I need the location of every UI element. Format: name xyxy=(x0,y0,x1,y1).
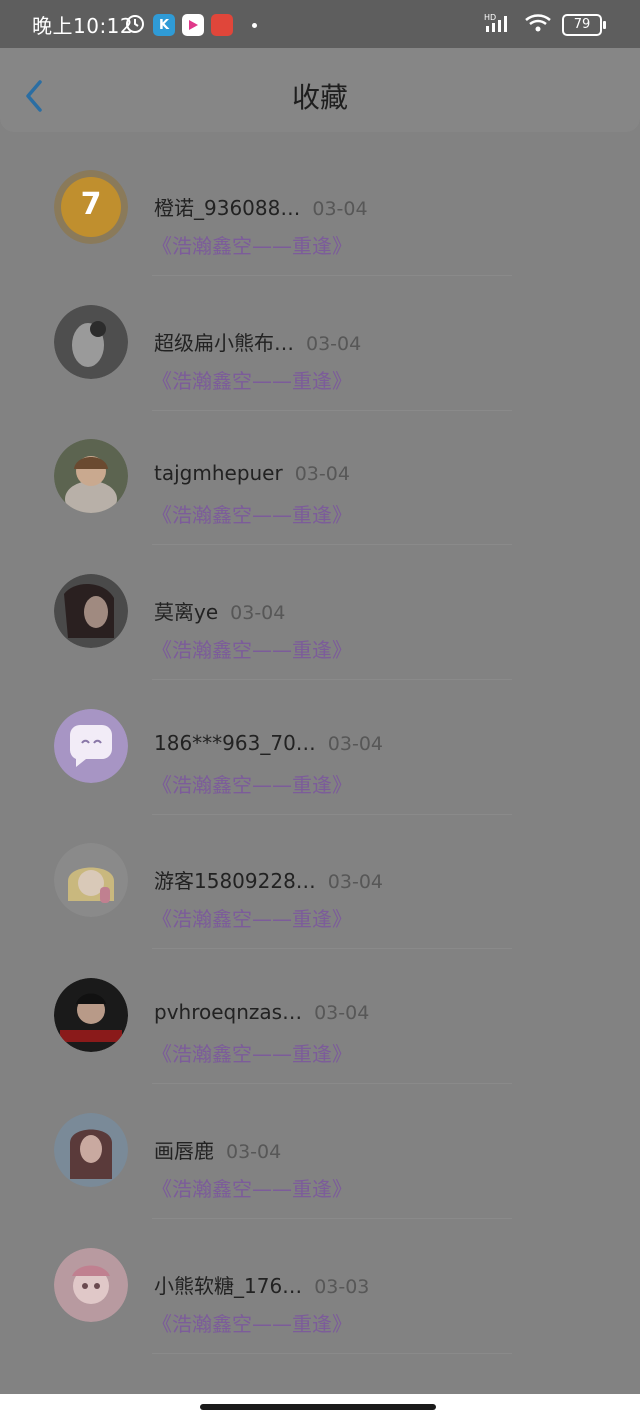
chat-bubble-icon xyxy=(54,708,128,783)
red-app-icon xyxy=(211,14,233,36)
svg-text:7: 7 xyxy=(81,187,102,222)
page-title: 收藏 xyxy=(291,81,348,114)
avatar[interactable] xyxy=(54,439,128,514)
user-name: 橙诺_936088… xyxy=(154,196,301,220)
user-name: 莫离ye xyxy=(154,600,219,625)
user-name: 超级扁小熊布… xyxy=(154,330,294,355)
date: 03-04 xyxy=(312,198,368,220)
work-title[interactable]: 《浩瀚鑫空——重逢》 xyxy=(152,230,352,259)
list-item[interactable]: 超级扁小熊布… 03-04 《浩瀚鑫空——重逢》 xyxy=(0,269,640,411)
avatar[interactable] xyxy=(54,304,128,379)
signal-icon: HD xyxy=(484,12,514,38)
work-title[interactable]: 《浩瀚鑫空——重逢》 xyxy=(152,769,352,798)
avatar[interactable] xyxy=(54,843,128,918)
date: 03-03 xyxy=(314,1275,370,1298)
list-item[interactable]: 游客15809228… 03-04 《浩瀚鑫空——重逢》 xyxy=(0,807,640,950)
user-name: 186***963_70… xyxy=(154,730,316,755)
list-item[interactable]: 小熊软糖_176… 03-03 《浩瀚鑫空——重逢》 xyxy=(0,1212,640,1354)
user-name: pvhroeqnzas… xyxy=(154,1000,303,1025)
screen: 晚上10:12 K HD 79 收藏 7 橙诺_936088… 03-04 《浩… xyxy=(0,0,640,1422)
alarm-icon xyxy=(124,12,146,38)
date: 03-04 xyxy=(327,732,384,755)
date: 03-04 xyxy=(294,463,350,486)
avatar[interactable] xyxy=(54,574,128,649)
status-time: 晚上10:12 xyxy=(32,14,134,38)
work-title[interactable]: 《浩瀚鑫空——重逢》 xyxy=(152,365,352,394)
user-name: tajgmhepuer xyxy=(154,461,283,486)
list-item[interactable]: 莫离ye 03-04 《浩瀚鑫空——重逢》 xyxy=(0,538,640,681)
list-item[interactable]: pvhroeqnzas… 03-04 《浩瀚鑫空——重逢》 xyxy=(0,942,640,1085)
avatar[interactable]: 7 xyxy=(54,170,128,244)
notification-icons: K xyxy=(124,12,257,38)
work-title[interactable]: 《浩瀚鑫空——重逢》 xyxy=(152,903,352,932)
k-app-icon: K xyxy=(153,14,175,36)
date: 03-04 xyxy=(230,602,286,625)
more-dot-icon xyxy=(252,22,257,28)
list-item[interactable]: tajgmhepuer 03-04 《浩瀚鑫空——重逢》 xyxy=(0,403,640,546)
home-indicator[interactable] xyxy=(200,1404,436,1410)
work-title[interactable]: 《浩瀚鑫空——重逢》 xyxy=(152,1173,352,1202)
list-item[interactable]: 7 橙诺_936088… 03-04 《浩瀚鑫空——重逢》 xyxy=(0,134,640,276)
work-title[interactable]: 《浩瀚鑫空——重逢》 xyxy=(152,1038,352,1067)
avatar[interactable] xyxy=(54,1247,128,1322)
divider xyxy=(152,1352,512,1354)
user-name: 游客15809228… xyxy=(154,869,316,894)
avatar[interactable] xyxy=(54,708,128,783)
date: 03-04 xyxy=(327,871,384,894)
date: 03-04 xyxy=(226,1140,282,1163)
video-app-icon xyxy=(182,14,204,36)
wifi-icon xyxy=(524,12,552,38)
avatar[interactable] xyxy=(54,1112,128,1187)
header: 收藏 xyxy=(0,48,640,132)
user-name: 画唇鹿 xyxy=(154,1138,214,1163)
list-item[interactable]: 画唇鹿 03-04 《浩瀚鑫空——重逢》 xyxy=(0,1077,640,1219)
list-item[interactable]: 186***963_70… 03-04 《浩瀚鑫空——重逢》 xyxy=(0,673,640,815)
date: 03-04 xyxy=(314,1002,370,1025)
battery-icon: 79 xyxy=(562,14,606,36)
work-title[interactable]: 《浩瀚鑫空——重逢》 xyxy=(152,634,352,663)
date: 03-04 xyxy=(306,332,362,355)
work-title[interactable]: 《浩瀚鑫空——重逢》 xyxy=(152,499,352,528)
favorites-list: 7 橙诺_936088… 03-04 《浩瀚鑫空——重逢》 超级扁小熊布… 03-0… xyxy=(0,134,640,1354)
avatar[interactable] xyxy=(54,978,128,1053)
status-bar: 晚上10:12 K HD 79 xyxy=(0,0,640,48)
user-name: 小熊软糖_176… xyxy=(154,1273,303,1298)
status-right: HD 79 xyxy=(484,12,606,38)
work-title[interactable]: 《浩瀚鑫空——重逢》 xyxy=(152,1308,352,1337)
svg-text:HD: HD xyxy=(484,13,496,22)
